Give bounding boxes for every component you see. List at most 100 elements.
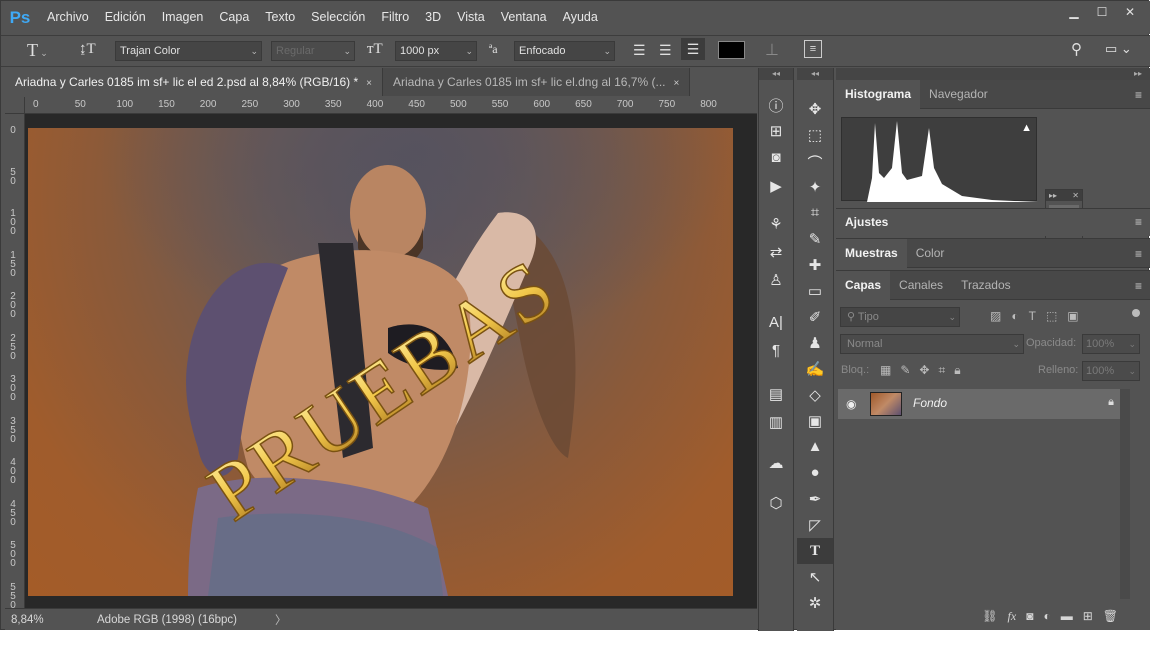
tab-histograma[interactable]: Histograma <box>836 80 921 109</box>
adjustments-sliders-icon[interactable]: ⇄ <box>759 243 793 261</box>
blur-tool-icon[interactable]: ▲ <box>797 438 833 455</box>
lock-transparency-icon[interactable]: ▦ <box>880 363 891 378</box>
lasso-tool-icon[interactable]: ⌒ <box>797 152 833 173</box>
menu-ventana[interactable]: Ventana <box>493 1 555 34</box>
swatches-menu-icon[interactable]: ≡ <box>1135 247 1142 261</box>
toolbox-collapse-icon[interactable]: ◂◂ <box>797 68 833 80</box>
brush-presets-icon[interactable]: ◙ <box>759 149 793 166</box>
panel-collapse-icon[interactable]: ▸▸ <box>836 68 1150 80</box>
info-icon[interactable]: ⓘ <box>759 95 793 116</box>
tab-canales[interactable]: Canales <box>890 271 952 300</box>
path-selection-icon[interactable]: ◸ <box>797 516 833 534</box>
menu-3d[interactable]: 3D <box>417 1 449 34</box>
notes-icon[interactable]: ▤ <box>759 385 793 403</box>
canvas-area[interactable]: PRUEBAS <box>25 114 757 608</box>
pen-tool-icon[interactable]: ✒ <box>797 490 833 508</box>
adjustments-menu-icon[interactable]: ≡ <box>1135 215 1142 229</box>
menu-filtro[interactable]: Filtro <box>373 1 417 34</box>
font-family-select[interactable]: Trajan Color ⌄ <box>115 41 262 61</box>
tab-document-1[interactable]: Ariadna y Carles 0185 im sf+ lic el ed 2… <box>5 68 384 96</box>
bandage-tool-icon[interactable]: ▭ <box>797 282 833 300</box>
filter-toggle-dot[interactable] <box>1132 309 1140 317</box>
add-mask-icon[interactable]: ◙ <box>1026 609 1033 624</box>
document-image[interactable]: PRUEBAS <box>28 128 733 596</box>
fx-icon[interactable]: fx <box>1008 609 1017 624</box>
visibility-eye-icon[interactable]: ◉ <box>846 397 856 411</box>
character-panel-icon[interactable]: ≡ <box>804 40 822 58</box>
lock-artboard-icon[interactable]: ⌗ <box>938 363 945 378</box>
status-menu-arrow-icon[interactable]: 〉 <box>275 612 287 628</box>
font-style-select[interactable]: Regular ⌄ <box>271 41 355 61</box>
eraser-tool-icon[interactable]: ◇ <box>797 386 833 404</box>
menu-vista[interactable]: Vista <box>449 1 493 34</box>
new-adjustment-icon[interactable]: ◐ <box>1043 609 1050 624</box>
menu-archivo[interactable]: Archivo <box>39 1 97 34</box>
clone-source-icon[interactable]: ⚘ <box>759 215 793 233</box>
new-group-icon[interactable]: ▬ <box>1061 609 1073 624</box>
stamp-tool-icon[interactable]: ♟ <box>797 334 833 352</box>
menu-ayuda[interactable]: Ayuda <box>555 1 606 34</box>
filter-type-icon[interactable]: T <box>1029 309 1036 323</box>
search-icon[interactable]: ⚲ <box>1071 40 1082 58</box>
minimize-button[interactable]: ▁ <box>1060 3 1088 21</box>
align-left-icon[interactable]: ☰ <box>633 42 646 59</box>
align-center-icon[interactable]: ☰ <box>659 42 672 59</box>
layers-menu-icon[interactable]: ≡ <box>1135 279 1142 293</box>
tab-ajustes[interactable]: Ajustes <box>836 209 898 236</box>
menu-seleccion[interactable]: Selección <box>303 1 373 34</box>
new-layer-icon[interactable]: ⊞ <box>1083 609 1093 624</box>
menu-imagen[interactable]: Imagen <box>154 1 212 34</box>
filter-pixel-icon[interactable]: ▨ <box>990 309 1001 323</box>
zoom-level[interactable]: 8,84% <box>5 614 53 626</box>
warning-icon[interactable]: ▲ <box>1021 122 1032 134</box>
libraries-icon[interactable]: ☁ <box>759 454 793 472</box>
filter-smart-object-icon[interactable]: ▣ <box>1067 309 1078 323</box>
paragraph-icon[interactable]: ¶ <box>759 342 793 359</box>
eyedropper-tool-icon[interactable]: ✎ <box>797 230 833 248</box>
menu-texto[interactable]: Texto <box>257 1 303 34</box>
lock-pixels-icon[interactable]: ✎ <box>900 363 910 378</box>
menu-capa[interactable]: Capa <box>211 1 257 34</box>
blend-mode-select[interactable]: Normal ⌄ <box>840 334 1024 354</box>
brush-tool-icon[interactable]: ✐ <box>797 308 833 326</box>
character-icon[interactable]: A| <box>759 314 793 331</box>
marquee-tool-icon[interactable]: ⬚ <box>797 126 833 144</box>
workspace-icon[interactable]: ▭ ⌄ <box>1105 41 1132 57</box>
menu-edicion[interactable]: Edición <box>97 1 154 34</box>
warp-text-icon[interactable]: ⊥ <box>765 40 779 60</box>
type-tool-icon[interactable]: T <box>797 538 833 564</box>
magic-wand-tool-icon[interactable]: ✦ <box>797 178 833 196</box>
layers-scrollbar[interactable] <box>1120 389 1130 599</box>
text-tool-preset-icon[interactable]: T ⌄ <box>27 40 48 61</box>
delete-layer-icon[interactable]: 🗑︎ <box>1103 609 1118 624</box>
histogram-menu-icon[interactable]: ≡ <box>1135 88 1142 102</box>
properties-icon[interactable]: ⊞ <box>759 122 793 140</box>
link-layers-icon[interactable]: ⛓ <box>982 609 997 624</box>
lock-position-icon[interactable]: ✥ <box>919 363 929 378</box>
dodge-tool-icon[interactable]: ● <box>797 464 833 481</box>
filter-shape-icon[interactable]: ⬚ <box>1046 309 1057 323</box>
collapse-arrows-icon[interactable]: ◂◂ <box>759 68 793 80</box>
gradient-tool-icon[interactable]: ▣ <box>797 412 833 430</box>
tab-close-icon[interactable]: × <box>366 78 372 89</box>
3d-cube-icon[interactable]: ⬡ <box>759 494 793 512</box>
tab-capas[interactable]: Capas <box>836 271 891 300</box>
tab-trazados[interactable]: Trazados <box>952 271 1020 300</box>
layer-filter-select[interactable]: ⚲ Tipo ⌄ <box>840 307 960 327</box>
layer-row[interactable]: ◉ Fondo 🔒︎ <box>838 389 1130 419</box>
tab-close-icon[interactable]: × <box>673 78 679 89</box>
antialias-select[interactable]: Enfocado ⌄ <box>514 41 615 61</box>
close-button[interactable]: ✕ <box>1116 3 1144 21</box>
direct-selection-icon[interactable]: ↖ <box>797 568 833 586</box>
tab-muestras[interactable]: Muestras <box>836 239 907 268</box>
healing-brush-tool-icon[interactable]: ✚ <box>797 256 833 274</box>
tab-document-2[interactable]: Ariadna y Carles 0185 im sf+ lic el.dng … <box>383 68 691 96</box>
filter-adjustment-icon[interactable]: ◐ <box>1011 309 1018 323</box>
actions-play-icon[interactable]: ▶ <box>759 177 793 195</box>
tab-color[interactable]: Color <box>907 239 954 268</box>
mini-expand-icon[interactable]: ▸▸ <box>1049 190 1057 201</box>
custom-shape-tool-icon[interactable]: ✲ <box>797 594 833 612</box>
history-brush-tool-icon[interactable]: ✍ <box>797 360 833 378</box>
align-right-icon[interactable]: ☰ <box>681 38 705 60</box>
history-icon[interactable]: ▥ <box>759 413 793 431</box>
